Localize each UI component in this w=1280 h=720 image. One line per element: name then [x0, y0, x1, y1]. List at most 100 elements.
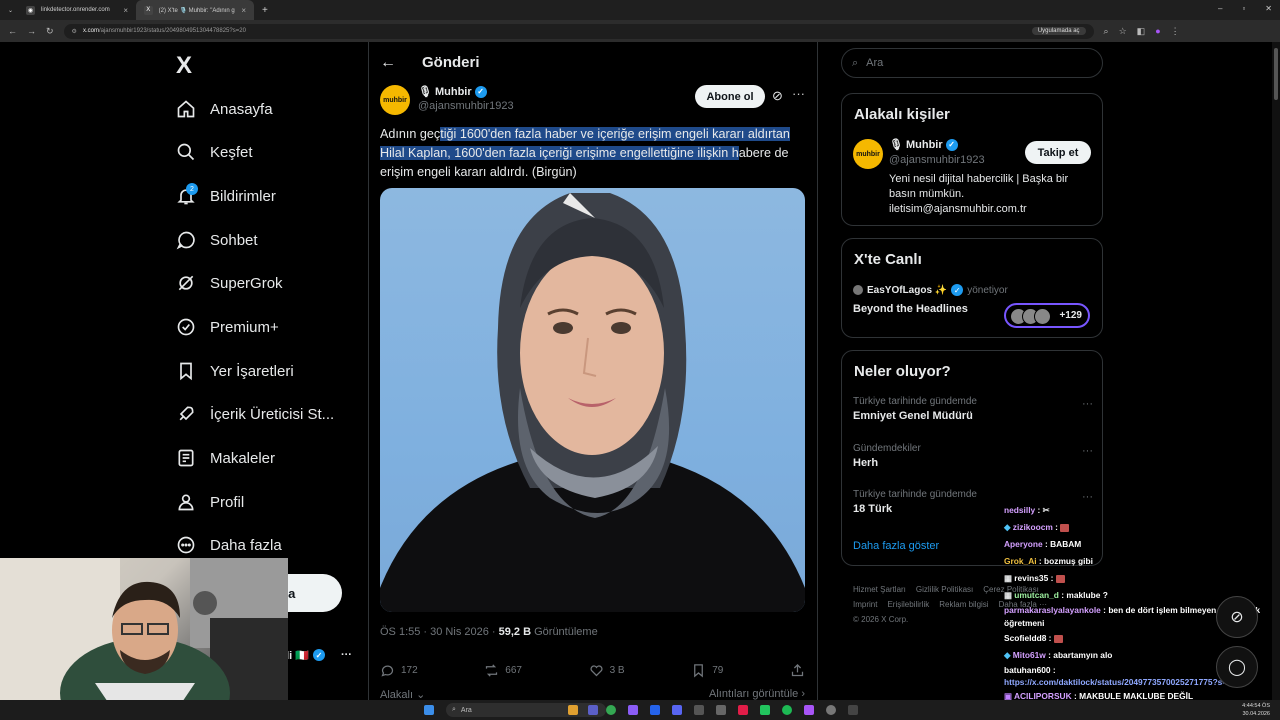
nav-item-articles[interactable]: Makaleler: [176, 438, 275, 478]
x-logo[interactable]: X: [176, 52, 192, 80]
browser-tab-2[interactable]: X (2) X'te 🎙️ Muhbir: "Adının geç ×: [136, 0, 254, 20]
webcam-image: [0, 558, 288, 720]
nav-item-chat[interactable]: Sohbet: [176, 220, 258, 260]
follow-button[interactable]: Takip et: [1025, 141, 1091, 164]
subscribe-button[interactable]: Abone ol: [695, 85, 765, 108]
home-icon: [176, 99, 196, 119]
nav-item-home[interactable]: Anasayfa: [176, 89, 273, 129]
browser-tab-1[interactable]: ◉ linkdetector.onrender.com ×: [18, 0, 136, 20]
maximize-icon[interactable]: ▫: [1242, 4, 1245, 13]
reply-button[interactable]: 172: [380, 660, 418, 680]
grok-icon[interactable]: ⊘: [772, 88, 783, 104]
extensions-icon[interactable]: ◧: [1137, 26, 1146, 37]
footer-link[interactable]: Reklam bilgisi: [939, 600, 988, 609]
portrait-photo: [380, 193, 805, 612]
obs-icon[interactable]: [804, 705, 814, 715]
nav-item-bookmarks[interactable]: Yer İşaretleri: [176, 351, 294, 391]
minimize-icon[interactable]: –: [1218, 4, 1222, 13]
reply-count: 172: [401, 664, 418, 676]
bookmark-button[interactable]: 79: [691, 660, 723, 680]
live-listeners-pill[interactable]: +129: [1004, 303, 1090, 328]
footer-link[interactable]: Hizmet Şartları: [853, 585, 906, 594]
windows-start-icon[interactable]: [424, 705, 434, 715]
profile-icon[interactable]: ●: [1155, 26, 1160, 36]
share-button[interactable]: [790, 660, 805, 680]
author-name[interactable]: 🎙 Muhbir ✓: [418, 85, 487, 98]
trend-item[interactable]: Gündemdekiler Herh ···: [853, 443, 1093, 469]
nav-item-premium[interactable]: Premium+: [176, 307, 279, 347]
back-arrow-icon[interactable]: ←: [380, 54, 396, 72]
search-icon: ⌕: [852, 56, 859, 69]
taskbar-search[interactable]: ⌕ Ara: [446, 703, 606, 717]
open-in-app-button[interactable]: Uygulamada aç: [1031, 27, 1086, 35]
tab-list-button[interactable]: ⌄: [0, 0, 18, 20]
app-icon[interactable]: [628, 705, 638, 715]
menu-icon[interactable]: ⋮: [1171, 26, 1180, 37]
grok-fab-button[interactable]: ⊘: [1216, 596, 1258, 638]
more-icon[interactable]: ···: [1082, 445, 1093, 457]
footer-link[interactable]: Erişilebilirlik: [887, 600, 929, 609]
like-button[interactable]: 3 B: [589, 660, 625, 680]
badge-icon: ▦: [1004, 590, 1012, 600]
file-explorer-icon[interactable]: [568, 705, 578, 715]
account-switcher[interactable]: ali 🇮🇹 ✓ ···: [280, 645, 360, 665]
messages-fab-button[interactable]: ◯: [1216, 646, 1258, 688]
repost-button[interactable]: 667: [484, 660, 522, 680]
footer-link[interactable]: Imprint: [853, 600, 877, 609]
star-icon[interactable]: ☆: [1119, 26, 1127, 37]
chrome-icon[interactable]: [606, 705, 616, 715]
show-more-link[interactable]: Daha fazla göster: [853, 540, 939, 552]
author-avatar[interactable]: muhbir: [380, 85, 410, 115]
app-icon[interactable]: [848, 705, 858, 715]
forward-icon[interactable]: →: [27, 26, 36, 36]
site-info-icon[interactable]: ⚙: [72, 28, 77, 35]
close-icon[interactable]: ×: [123, 6, 128, 15]
nav-item-explore[interactable]: Keşfet: [176, 132, 253, 172]
plus-icon: +: [262, 4, 268, 16]
card-title: Alakalı kişiler: [854, 106, 950, 123]
close-window-icon[interactable]: ✕: [1265, 4, 1272, 13]
system-clock[interactable]: 4:44:54 ÖS 30.04.2026: [1242, 702, 1270, 718]
nav-item-profile[interactable]: Profil: [176, 482, 244, 522]
discord-icon[interactable]: [672, 705, 682, 715]
trend-item[interactable]: Türkiye tarihinde gündemde Emniyet Genel…: [853, 396, 1093, 422]
search-icon: ⌕: [452, 706, 456, 713]
chat-icon: ◯: [1228, 659, 1246, 676]
app-icon[interactable]: [760, 705, 770, 715]
bookmark-count: 79: [712, 664, 724, 676]
microphone-icon: 🎙: [889, 139, 903, 151]
footer-link[interactable]: Gizlilik Politikası: [916, 585, 973, 594]
nav-item-creator-studio[interactable]: İçerik Üreticisi St...: [176, 394, 334, 434]
app-icon[interactable]: [738, 705, 748, 715]
spotify-icon[interactable]: [782, 705, 792, 715]
app-icon[interactable]: [694, 705, 704, 715]
related-name[interactable]: 🎙 Muhbir ✓: [889, 138, 958, 151]
edge-icon[interactable]: [650, 705, 660, 715]
nav-item-notifications[interactable]: Bildirimler: [176, 176, 276, 216]
more-icon[interactable]: ···: [1082, 398, 1093, 410]
live-space-title[interactable]: Beyond the Headlines: [853, 303, 968, 315]
post-meta: ÖS 1:55 · 30 Nis 2026 · 59,2 B Görüntüle…: [380, 626, 598, 638]
related-handle[interactable]: @ajansmuhbir1923: [889, 154, 985, 166]
new-tab-button[interactable]: +: [254, 0, 276, 20]
app-icon[interactable]: [588, 705, 598, 715]
scrollbar-thumb[interactable]: [1274, 48, 1278, 100]
back-icon[interactable]: ←: [8, 26, 17, 36]
app-icon[interactable]: [716, 705, 726, 715]
close-icon[interactable]: ×: [241, 6, 246, 15]
live-host[interactable]: EasYOfLagos ✨ ✓ yönetiyor: [853, 284, 1008, 296]
more-icon[interactable]: ···: [341, 649, 352, 661]
related-avatar[interactable]: muhbir: [853, 139, 883, 169]
author-handle[interactable]: @ajansmuhbir1923: [418, 100, 514, 112]
nav-item-supergrok[interactable]: SuperGrok: [176, 263, 283, 303]
search-input[interactable]: ⌕ Ara: [841, 48, 1103, 78]
app-icon[interactable]: [826, 705, 836, 715]
reload-icon[interactable]: ↻: [46, 26, 54, 37]
address-bar[interactable]: ⚙ x.com/ajansmuhbir1923/status/204980495…: [63, 23, 1094, 39]
reply-icon: [381, 665, 394, 676]
post-image[interactable]: [380, 188, 805, 612]
chevron-down-icon: ⌄: [8, 7, 14, 14]
more-icon[interactable]: ···: [792, 86, 805, 101]
zoom-icon[interactable]: ⌕: [1104, 26, 1109, 37]
scrollbar[interactable]: [1272, 42, 1280, 702]
